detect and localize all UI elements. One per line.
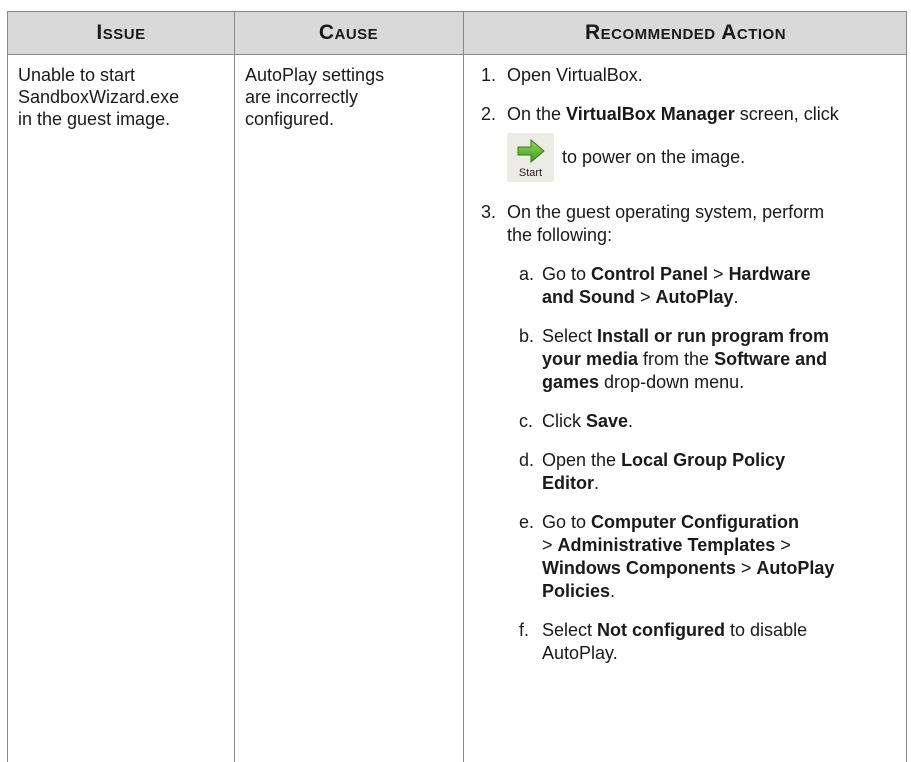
ui-term: AutoPlay <box>756 558 835 578</box>
step-text: from the <box>638 349 715 369</box>
step-text: . <box>610 581 616 601</box>
ui-term: VirtualBox Manager <box>566 104 735 124</box>
step-1: 1. Open VirtualBox. <box>481 64 901 87</box>
ui-term: AutoPlay <box>655 287 734 307</box>
step-text: Open the <box>542 450 622 470</box>
header-issue: Issue <box>96 21 146 44</box>
ui-term: games <box>542 372 600 392</box>
substep-letter: a. <box>519 264 535 284</box>
step-text: On the guest operating system, perform <box>507 202 825 222</box>
start-button-icon: Start <box>507 132 554 182</box>
step-text: screen, click <box>734 104 839 124</box>
ui-term: Administrative Templates <box>557 535 776 555</box>
step-text: > <box>775 535 791 555</box>
start-arrow-icon <box>517 138 545 163</box>
ui-term: Local Group Policy <box>621 450 786 470</box>
substep-letter: d. <box>519 450 535 470</box>
step-text: . <box>594 473 600 493</box>
step-number: 1. <box>481 65 497 85</box>
cause-cell: AutoPlay settings are incorrectly config… <box>245 64 455 130</box>
substep-letter: e. <box>519 512 535 532</box>
substep-letter: f. <box>519 620 530 640</box>
ui-term: and Sound <box>542 287 635 307</box>
step-text: Open VirtualBox. <box>507 65 643 85</box>
cause-line: configured. <box>245 109 335 129</box>
column-divider <box>234 12 235 762</box>
ui-term: your media <box>542 349 639 369</box>
step-text: AutoPlay. <box>542 643 618 663</box>
step-text: Go to <box>542 512 592 532</box>
step-text: > <box>735 558 757 578</box>
header-recommended-action: Recommended Action <box>584 21 787 44</box>
ui-term: Not configured <box>597 620 726 640</box>
cause-line: AutoPlay settings <box>245 65 385 85</box>
step-text: > <box>542 535 558 555</box>
step-text: . <box>733 287 739 307</box>
step-3: 3. On the guest operating system, perfor… <box>481 201 901 247</box>
issue-cell: Unable to start SandboxWizard.exe in the… <box>18 64 228 130</box>
step-text: drop-down menu. <box>599 372 745 392</box>
recommended-action-list: 1. Open VirtualBox. 2. On the VirtualBox… <box>481 64 901 681</box>
table-header: Issue Cause Recommended Action <box>8 12 906 55</box>
ui-term: Software and <box>714 349 828 369</box>
step-text: Select <box>542 620 598 640</box>
ui-term: Windows Components <box>542 558 736 578</box>
step-text: > <box>635 287 656 307</box>
cause-line: are incorrectly <box>245 87 359 107</box>
ui-term: Editor <box>542 473 594 493</box>
substep-f: f. Select Not configured to disable Auto… <box>481 619 901 665</box>
step-text: Click <box>542 411 586 431</box>
header-cause: Cause <box>318 21 379 44</box>
step-text: the following: <box>507 225 613 245</box>
substep-c: c. Click Save. <box>481 410 901 433</box>
ui-term: Hardware <box>728 264 811 284</box>
ui-term: Computer Configuration <box>591 512 800 532</box>
substep-a: a. Go to Control Panel > Hardware and So… <box>481 263 901 309</box>
issue-line: in the guest image. <box>18 109 171 129</box>
step-number: 2. <box>481 104 497 124</box>
substep-letter: c. <box>519 411 534 431</box>
step-number: 3. <box>481 202 497 222</box>
start-label: Start <box>518 166 543 179</box>
step-text: On the <box>507 104 567 124</box>
substep-e: e. Go to Computer Configuration > Admini… <box>481 511 901 603</box>
issue-line: Unable to start <box>18 65 136 85</box>
substep-b: b. Select Install or run program from yo… <box>481 325 901 394</box>
step-2: 2. On the VirtualBox Manager screen, cli… <box>481 103 901 182</box>
ui-term: Policies <box>542 581 611 601</box>
column-divider <box>463 12 464 762</box>
step-text: to disable <box>725 620 808 640</box>
step-text: . <box>628 411 634 431</box>
ui-term: Control Panel <box>591 264 709 284</box>
substep-d: d. Open the Local Group Policy Editor. <box>481 449 901 495</box>
ui-term: Save <box>586 411 629 431</box>
step-text: > <box>708 264 729 284</box>
step-text: Go to <box>542 264 592 284</box>
step-text: to power on the image. <box>557 146 746 167</box>
issue-line: SandboxWizard.exe <box>18 87 180 107</box>
ui-term: Install or run program from <box>597 326 830 346</box>
substep-letter: b. <box>519 326 535 346</box>
step-text: Select <box>542 326 598 346</box>
